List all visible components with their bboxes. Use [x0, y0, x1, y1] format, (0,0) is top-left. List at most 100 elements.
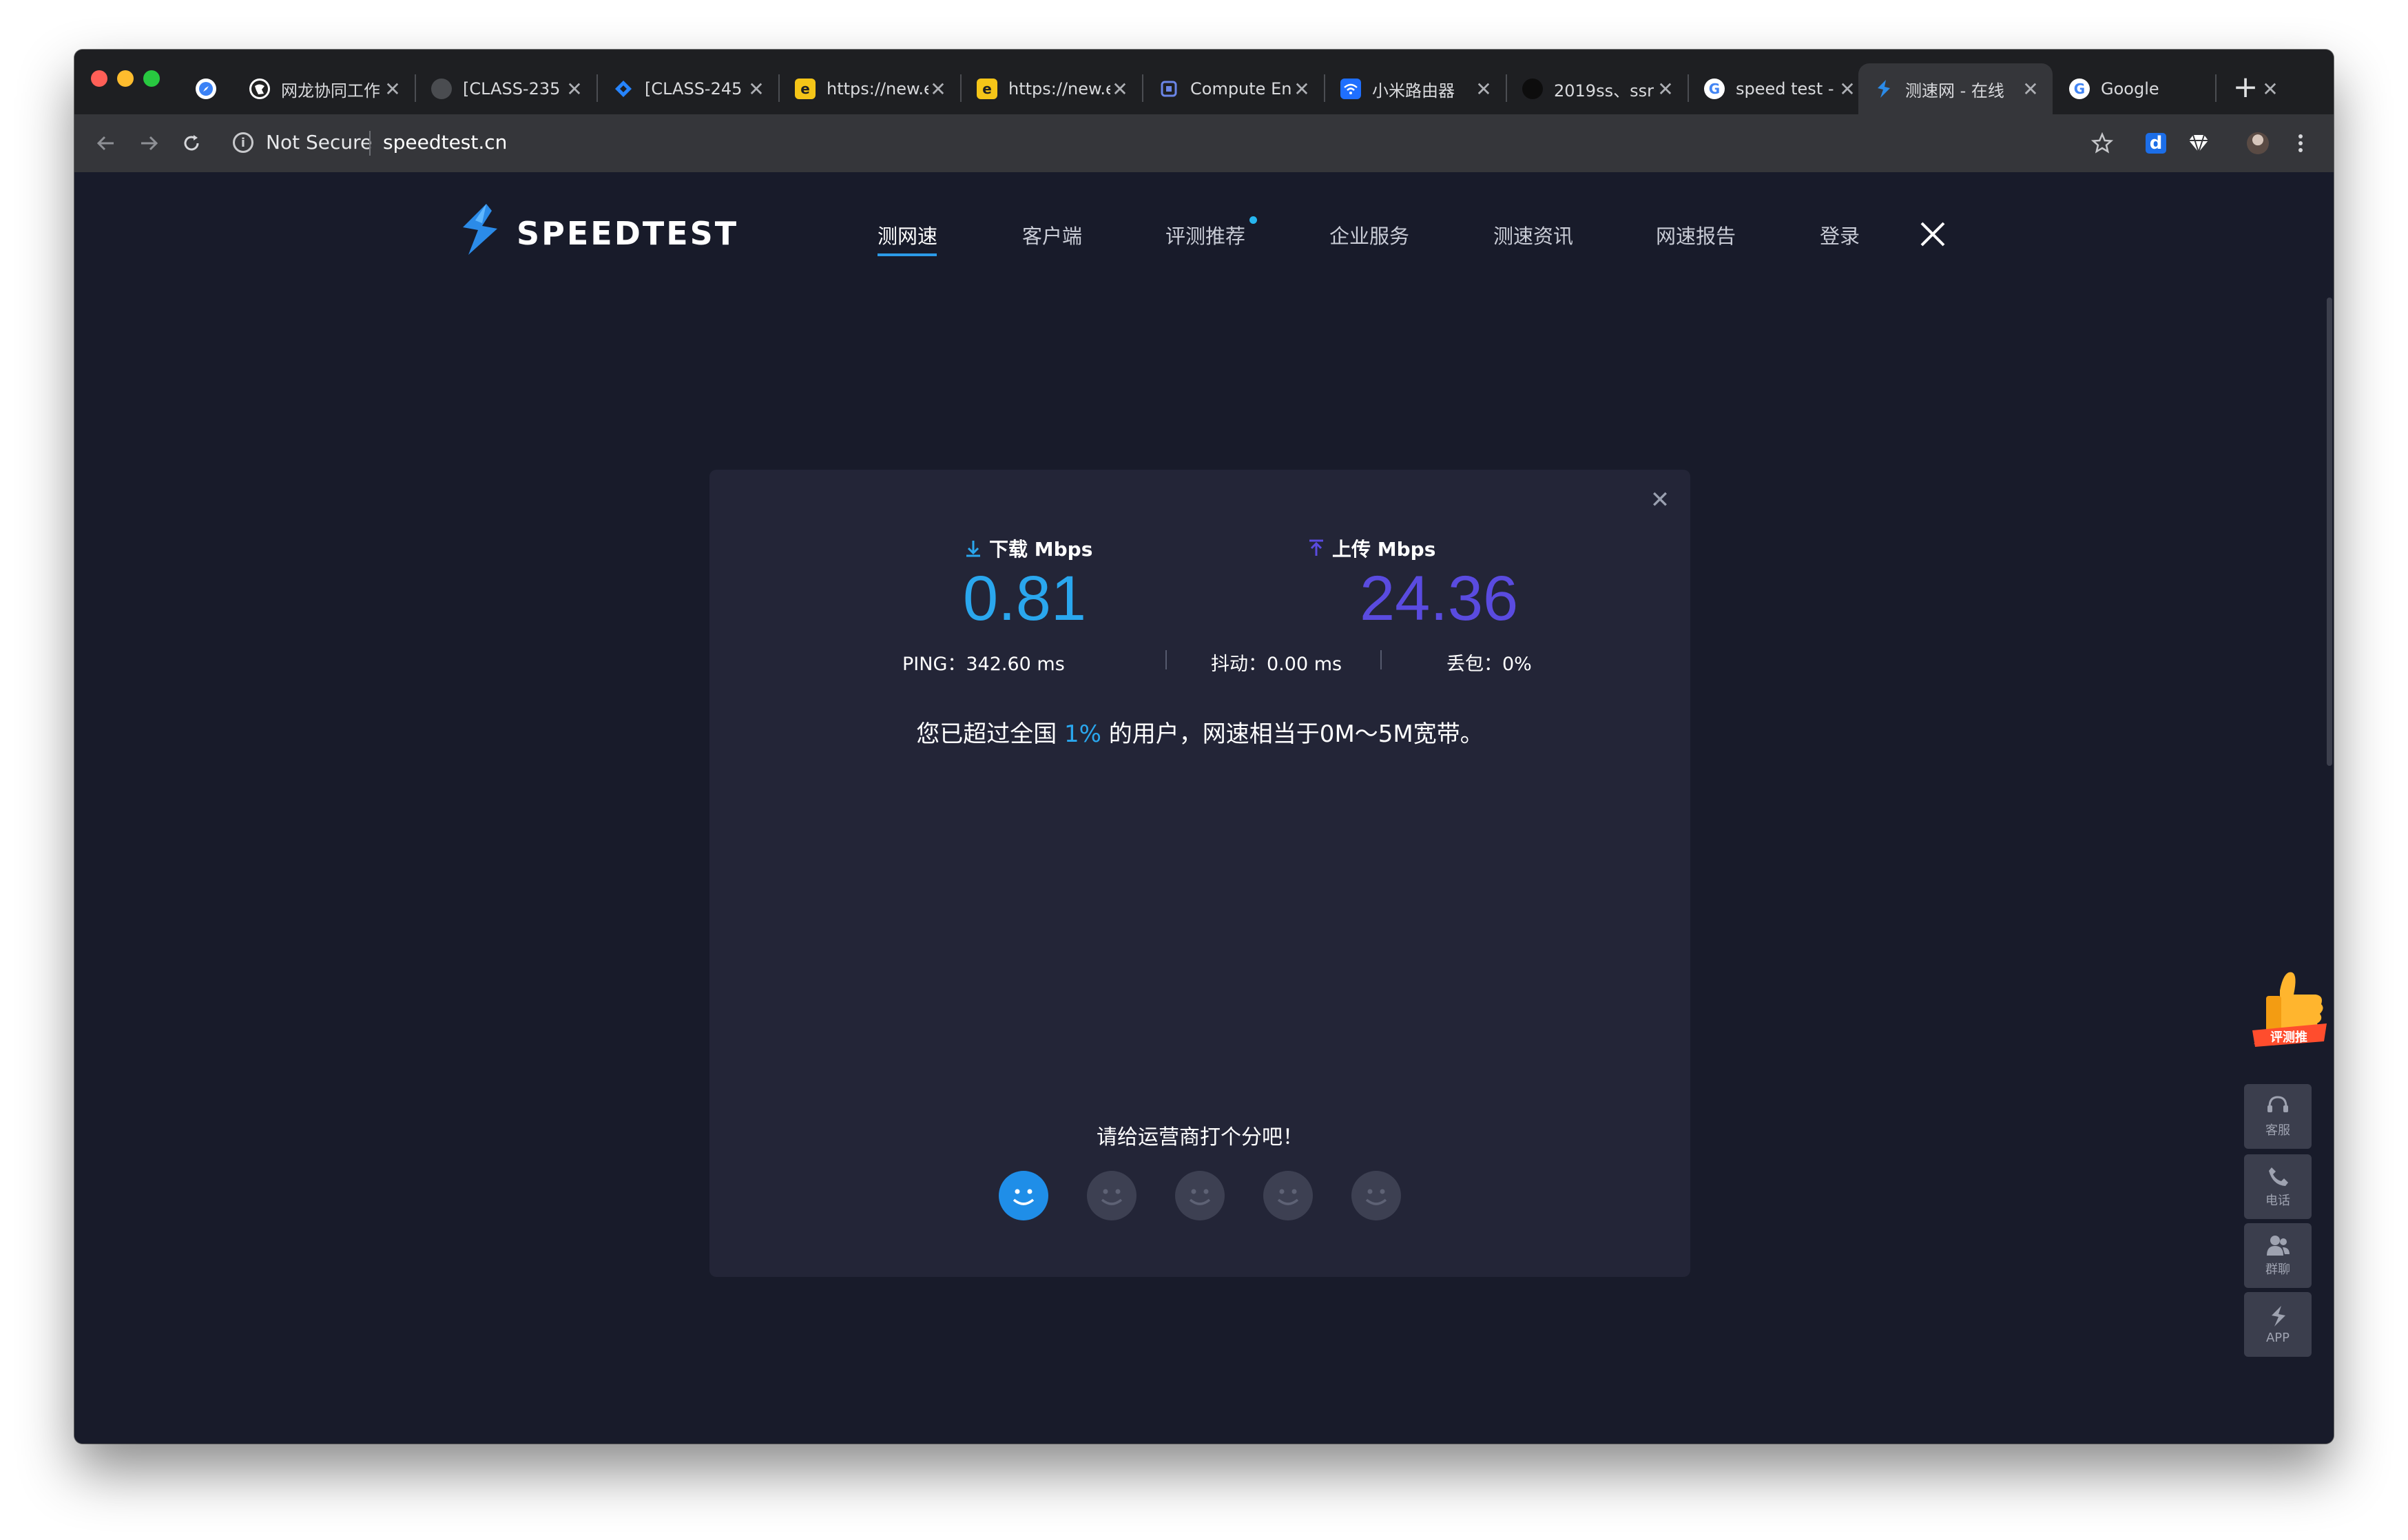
nav-enterprise[interactable]: 企业服务 — [1329, 220, 1409, 249]
bookmark-star-button[interactable] — [2086, 127, 2119, 160]
side-button-label: 群聊 — [2265, 1262, 2290, 1277]
tab-close-icon[interactable]: ✕ — [565, 78, 584, 101]
download-label: 下载 Mbps — [963, 534, 1092, 562]
nav-report[interactable]: 网速报告 — [1656, 220, 1736, 249]
compass-icon — [196, 79, 216, 99]
nav-active-underline — [878, 253, 937, 256]
tab-close-icon[interactable]: ✕ — [1110, 78, 1130, 101]
tab-close-icon[interactable]: ✕ — [928, 78, 948, 101]
phone-button[interactable]: 电话 — [2244, 1154, 2312, 1219]
reload-icon — [184, 135, 199, 151]
tab-close-icon[interactable]: ✕ — [1292, 78, 1311, 101]
badge-text: 评测推 — [2270, 1030, 2307, 1045]
forward-button[interactable] — [132, 127, 165, 160]
info-icon[interactable]: i — [233, 132, 253, 153]
tab-close-icon[interactable]: ✕ — [1656, 78, 1675, 101]
stat-separator — [1380, 650, 1382, 669]
url-field[interactable]: speedtest.cn — [383, 131, 507, 154]
nav-client[interactable]: 客户端 — [1022, 220, 1082, 249]
summary-suffix: 的用户，网速相当于0M～5M宽带。 — [1101, 720, 1484, 748]
rating-prompt: 请给运营商打个分吧！ — [1097, 1125, 1303, 1149]
zoom-window-button[interactable] — [143, 70, 160, 87]
tab-item[interactable]: e https://new.e ✕ — [780, 63, 960, 114]
tab-separator — [2215, 74, 2217, 102]
tab-item[interactable]: [CLASS-245 ✕ — [598, 63, 778, 114]
security-label[interactable]: Not Secure — [266, 131, 372, 154]
new-tab-button[interactable]: + — [2226, 67, 2265, 106]
omnibox-divider — [369, 131, 371, 156]
page-content: SPEEDTEST 测网速 客户端 评测推荐 企业服务 测速资讯 网速报告 登录… — [74, 172, 2334, 1444]
app-button[interactable]: APP — [2244, 1292, 2312, 1357]
browser-toolbar: i Not Secure speedtest.cn d — [74, 114, 2334, 174]
tab-close-icon[interactable]: ✕ — [1838, 78, 1857, 101]
speedtest-icon — [2272, 1305, 2285, 1326]
rating-smiley-4[interactable] — [1263, 1171, 1313, 1220]
extension-shield-button[interactable] — [2182, 127, 2215, 160]
close-icon — [1920, 222, 1945, 247]
tab-item[interactable]: e https://new.e ✕ — [962, 63, 1142, 114]
rating-smiley-1[interactable] — [999, 1171, 1048, 1220]
chip-icon — [1159, 79, 1179, 99]
star-icon — [2091, 132, 2113, 154]
download-value: 0.81 — [963, 563, 1087, 634]
rating-smiley-3[interactable] — [1175, 1171, 1225, 1220]
customer-service-button[interactable]: 客服 — [2244, 1084, 2312, 1149]
tab-close-icon[interactable]: ✕ — [2021, 78, 2040, 101]
smiley-icon — [1013, 1189, 1035, 1205]
jitter-label: 抖动： — [1211, 654, 1267, 675]
headset-icon — [2267, 1096, 2288, 1112]
smiley-icon — [1277, 1189, 1299, 1205]
card-close-icon[interactable]: ✕ — [1646, 486, 1674, 514]
e-icon: e — [795, 79, 816, 99]
side-button-label: 电话 — [2265, 1194, 2290, 1208]
reload-button[interactable] — [175, 127, 208, 160]
tab-title: Compute Eng — [1190, 79, 1292, 98]
side-button-label: 客服 — [2265, 1123, 2290, 1138]
upload-value: 24.36 — [1360, 563, 1519, 634]
tab-item[interactable]: 2019ss、ssr ✕ — [1507, 63, 1688, 114]
site-close-button[interactable] — [1912, 214, 1953, 255]
download-arrow-icon — [966, 541, 980, 557]
tab-item-active[interactable]: 测速网 - 在线 ✕ — [1858, 63, 2053, 114]
rating-smiley-5[interactable] — [1351, 1171, 1401, 1220]
tab-item[interactable]: 小米路由器 ✕ — [1325, 63, 1506, 114]
ping-value: 342.60 ms — [966, 654, 1065, 675]
summary-prefix: 您已超过全国 — [916, 720, 1065, 748]
upload-label: 上传 Mbps — [1306, 534, 1435, 562]
site-logo[interactable]: SPEEDTEST — [455, 200, 736, 262]
avatar — [2247, 132, 2269, 154]
group-chat-button[interactable]: 群聊 — [2244, 1223, 2312, 1288]
jira-icon — [613, 79, 634, 99]
upload-label-text: 上传 Mbps — [1332, 538, 1436, 561]
nav-news[interactable]: 测速资讯 — [1493, 220, 1573, 249]
minimize-window-button[interactable] — [117, 70, 134, 87]
wifi-icon — [1340, 79, 1361, 99]
google-icon: G — [2069, 79, 2090, 99]
nav-reviews[interactable]: 评测推荐 — [1165, 220, 1245, 249]
tab-item[interactable]: G speed test - ✕ — [1689, 63, 1869, 114]
page-scrollbar[interactable] — [2327, 298, 2332, 766]
extension-d-button[interactable]: d — [2139, 127, 2172, 160]
tab-close-icon[interactable]: ✕ — [383, 78, 402, 101]
back-button[interactable] — [90, 127, 123, 160]
summary-text: 您已超过全国 1% 的用户，网速相当于0M～5M宽带。 — [709, 715, 1690, 749]
globe-icon — [431, 79, 452, 99]
tab-title: 2019ss、ssr — [1554, 81, 1654, 101]
review-thumb-badge[interactable]: 评测推 — [2250, 963, 2332, 1059]
result-card: ✕ 下载 Mbps 0.81 上传 Mbps 24.36 PING：342.60… — [709, 470, 1690, 1277]
rating-smiley-2[interactable] — [1087, 1171, 1136, 1220]
jitter-value: 0.00 ms — [1267, 654, 1342, 675]
tab-pinned[interactable] — [182, 63, 231, 114]
close-window-button[interactable] — [91, 70, 107, 87]
tab-item[interactable]: [CLASS-235 ✕ — [416, 63, 596, 114]
menu-button[interactable] — [2284, 127, 2317, 160]
tab-item[interactable]: Compute Eng ✕ — [1143, 63, 1324, 114]
tab-close-icon[interactable]: ✕ — [1474, 78, 1493, 101]
nav-speed-test[interactable]: 测网速 — [878, 220, 937, 249]
profile-avatar[interactable] — [2241, 127, 2274, 160]
tab-strip: 网龙协同工作 ✕ [CLASS-235 ✕ [CLASS-245 ✕ e htt… — [74, 50, 2334, 114]
tab-close-icon[interactable]: ✕ — [747, 78, 766, 101]
nav-login[interactable]: 登录 — [1820, 220, 1860, 249]
tab-item[interactable]: 网龙协同工作 ✕ — [234, 63, 415, 114]
phone-icon — [2269, 1167, 2288, 1186]
